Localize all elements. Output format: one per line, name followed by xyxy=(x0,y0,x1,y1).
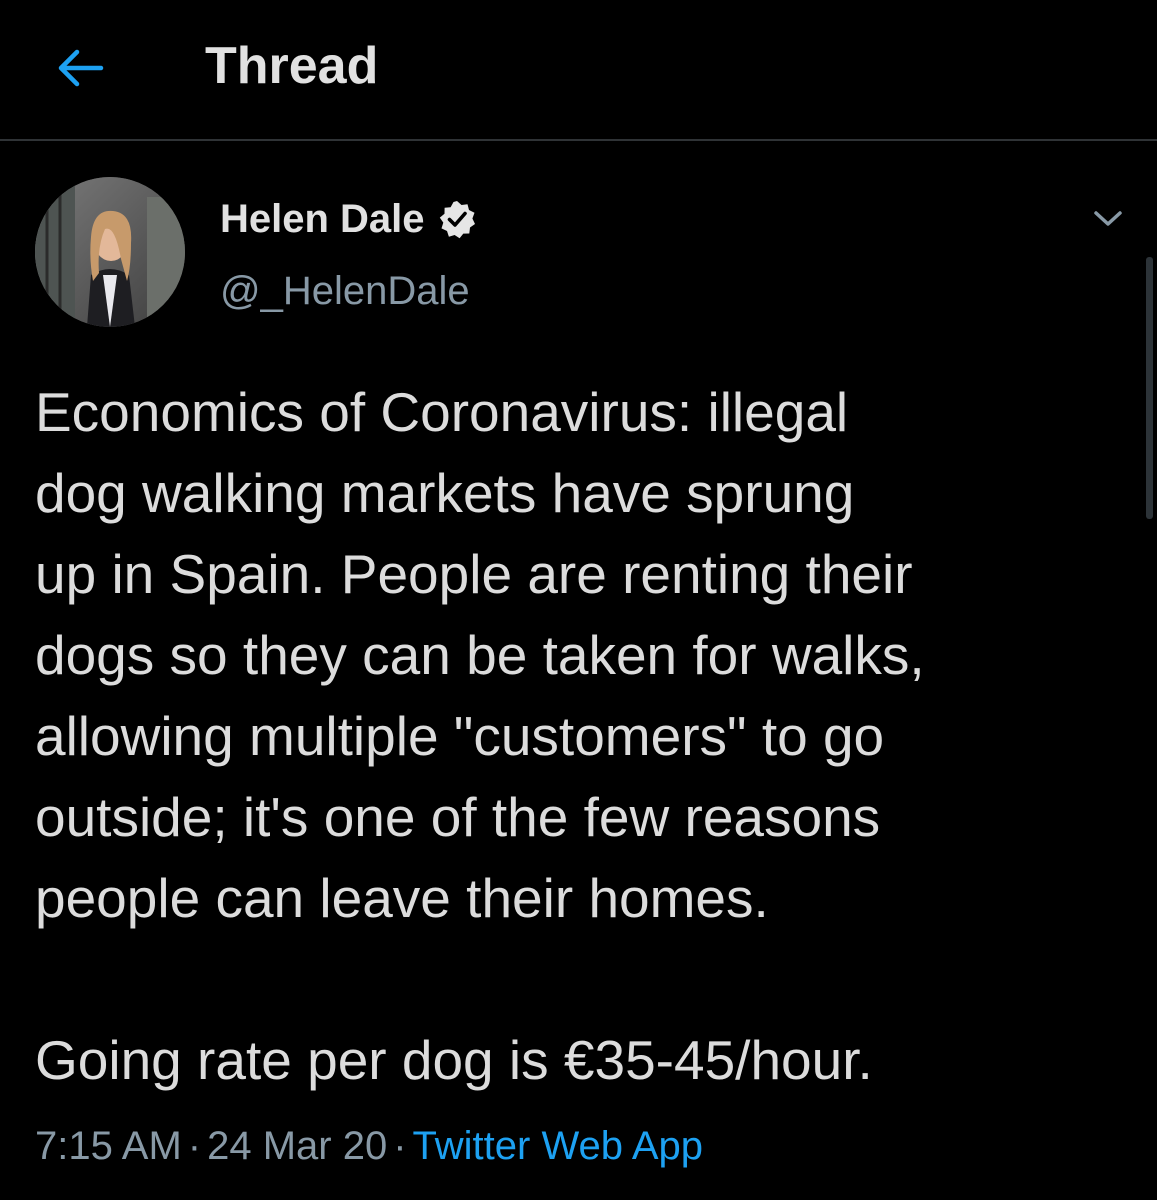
tweet: Helen Dale @_HelenDale Economics of Coro… xyxy=(0,141,1157,1200)
arrow-left-icon xyxy=(58,49,104,87)
tweet-date[interactable]: 24 Mar 20 xyxy=(207,1124,387,1168)
tweet-text: Economics of Coronavirus: illegal dog wa… xyxy=(35,381,925,1091)
back-button[interactable] xyxy=(50,40,110,96)
page-title: Thread xyxy=(205,37,379,95)
tweet-time[interactable]: 7:15 AM xyxy=(35,1124,182,1168)
avatar[interactable] xyxy=(35,177,185,327)
tweet-meta: 7:15 AM · 24 Mar 20 · Twitter Web App xyxy=(35,1121,703,1171)
author-handle[interactable]: @_HelenDale xyxy=(220,267,470,315)
verified-badge-icon xyxy=(437,199,477,239)
meta-separator: · xyxy=(393,1124,407,1168)
avatar-image xyxy=(35,177,185,327)
author-name-text: Helen Dale xyxy=(220,197,425,241)
meta-separator: · xyxy=(187,1124,202,1168)
author-name[interactable]: Helen Dale xyxy=(220,195,477,243)
scrollbar[interactable] xyxy=(1146,257,1153,519)
chevron-down-icon xyxy=(1094,211,1122,226)
app-header: Thread xyxy=(0,0,1157,141)
tweet-menu-button[interactable] xyxy=(1088,199,1128,239)
tweet-source-link[interactable]: Twitter Web App xyxy=(413,1124,704,1168)
